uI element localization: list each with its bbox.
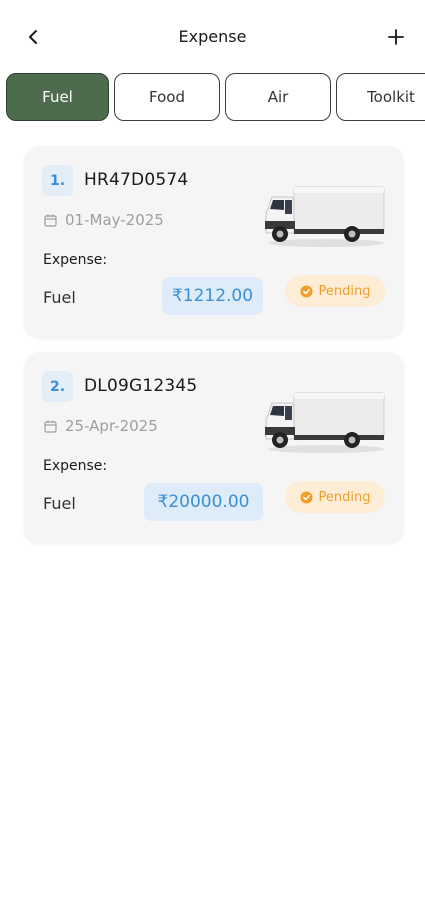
calendar-icon — [44, 214, 57, 227]
add-expense-button[interactable] — [381, 22, 411, 52]
expense-label: Expense: — [43, 458, 108, 474]
truck-image — [265, 186, 385, 247]
vehicle-number: HR47D0574 — [84, 170, 189, 190]
index-badge: 1. — [42, 165, 73, 196]
status-badge: Pending — [285, 481, 385, 513]
page-title: Expense — [178, 27, 247, 46]
expense-card[interactable]: 1. HR47D0574 01-May-2025 Expense: Fuel ₹… — [24, 146, 404, 338]
expense-type: Fuel — [43, 494, 76, 513]
vehicle-number: DL09G12345 — [84, 376, 198, 396]
plus-icon — [388, 29, 404, 45]
check-circle-icon — [300, 491, 313, 503]
expense-card[interactable]: 2. DL09G12345 25-Apr-2025 Expense: Fuel … — [24, 352, 404, 544]
expense-amount: ₹1212.00 — [162, 277, 263, 315]
expense-date: 01-May-2025 — [65, 211, 164, 229]
tab-air[interactable]: Air — [225, 73, 331, 121]
expense-type: Fuel — [43, 288, 76, 307]
index-badge: 2. — [42, 371, 73, 402]
expense-category-tabs: Fuel Food Air Toolkit — [6, 73, 425, 121]
expense-date: 25-Apr-2025 — [65, 417, 158, 435]
app-header: Expense — [0, 0, 425, 74]
status-label: Pending — [318, 489, 371, 505]
calendar-icon — [44, 420, 57, 433]
tab-fuel[interactable]: Fuel — [6, 73, 109, 121]
tab-food[interactable]: Food — [114, 73, 220, 121]
tab-toolkit[interactable]: Toolkit — [336, 73, 425, 121]
status-label: Pending — [318, 283, 371, 299]
expense-label: Expense: — [43, 252, 108, 268]
check-circle-icon — [300, 285, 313, 297]
truck-image — [265, 392, 385, 453]
status-badge: Pending — [285, 275, 385, 307]
expense-amount: ₹20000.00 — [144, 483, 263, 521]
